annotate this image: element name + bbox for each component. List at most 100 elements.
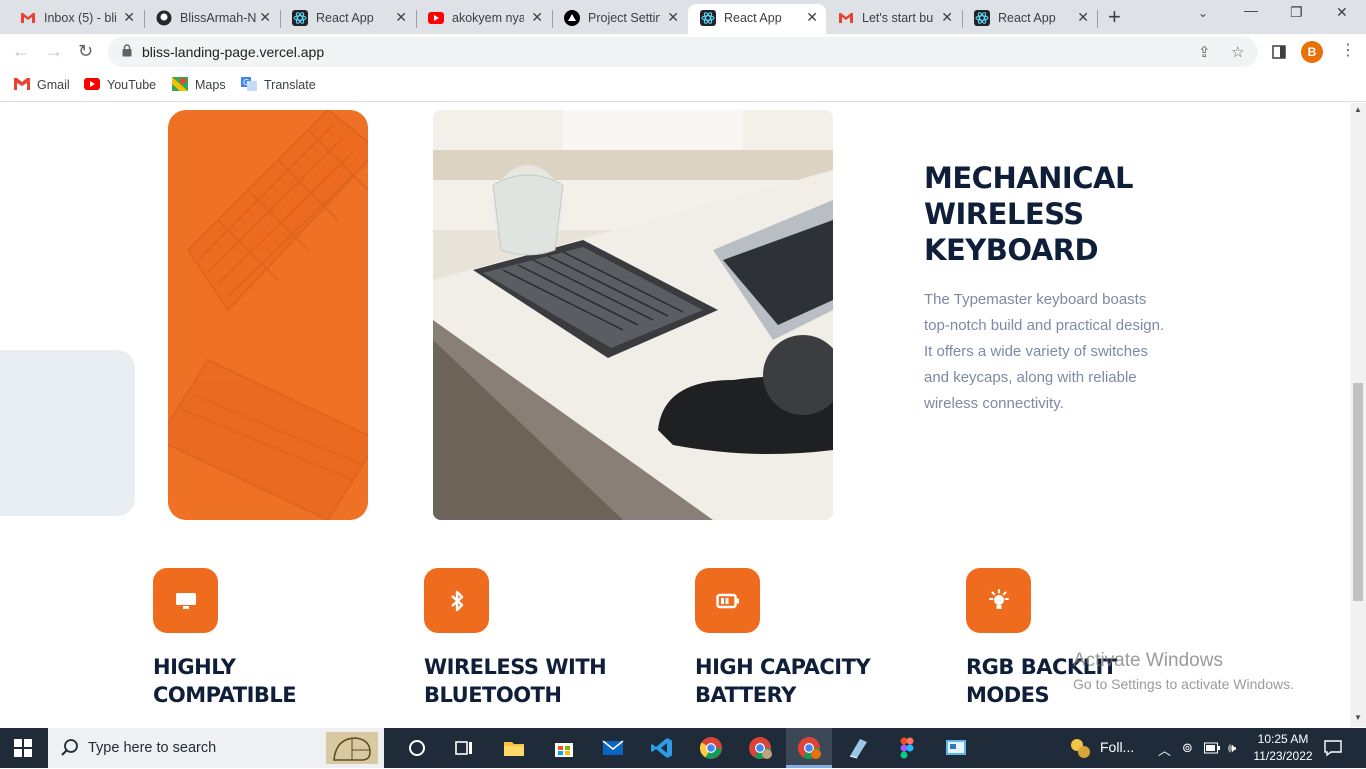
- file-explorer-icon[interactable]: [502, 736, 526, 760]
- remote-desktop-icon[interactable]: [944, 736, 968, 760]
- gmail-icon: [21, 13, 35, 23]
- scroll-down-icon[interactable]: ▼: [1354, 713, 1362, 722]
- github-icon: [156, 10, 172, 26]
- reload-button[interactable]: ↻: [78, 41, 93, 62]
- weather-widget-icon[interactable]: [1068, 736, 1092, 760]
- browser-tab[interactable]: React App ✕: [272, 4, 415, 34]
- chrome-active-icon[interactable]: [797, 736, 821, 760]
- minimize-button[interactable]: —: [1244, 2, 1258, 18]
- keyboard-illustration: [168, 110, 368, 520]
- react-icon: [700, 10, 716, 26]
- bookmark-gmail[interactable]: Gmail: [14, 77, 70, 92]
- react-icon: [292, 10, 308, 26]
- vercel-icon: [564, 10, 580, 26]
- notepad-icon[interactable]: [846, 736, 870, 760]
- desk-keyboard-photo: [433, 110, 833, 520]
- close-tab-icon[interactable]: ✕: [259, 9, 271, 26]
- tab-search-icon[interactable]: ⌄: [1198, 6, 1208, 20]
- address-bar[interactable]: bliss-landing-page.vercel.app ⇪ ☆: [108, 37, 1258, 67]
- feature-title: HIGHLY COMPATIBLE: [153, 655, 297, 707]
- cortana-icon[interactable]: [405, 736, 429, 760]
- search-highlight-image: [326, 732, 378, 764]
- url-text: bliss-landing-page.vercel.app: [142, 44, 325, 60]
- feature-highly-compatible: HIGHLY COMPATIBLE: [153, 568, 393, 709]
- react-icon: [974, 10, 990, 26]
- browser-tab-strip: Inbox (5) - bli ✕ BlissArmah-N ✕ React A…: [0, 0, 1366, 34]
- product-title: MECHANICAL WIRELESS KEYBOARD: [924, 161, 1133, 267]
- close-tab-icon[interactable]: ✕: [531, 9, 543, 26]
- product-description: The Typemaster keyboard boasts top-notch…: [924, 291, 1165, 412]
- bluetooth-icon: [424, 568, 489, 633]
- close-tab-icon[interactable]: ✕: [667, 9, 679, 26]
- browser-toolbar: ← → ↻ bliss-landing-page.vercel.app ⇪ ☆ …: [0, 34, 1366, 70]
- microsoft-store-icon[interactable]: [552, 736, 576, 760]
- browser-tab[interactable]: Let's start bui ✕: [818, 4, 961, 34]
- forward-button[interactable]: →: [45, 41, 63, 62]
- scroll-up-icon[interactable]: ▲: [1354, 105, 1362, 114]
- lock-icon: [122, 44, 132, 57]
- battery-icon: [695, 568, 760, 633]
- translate-icon: G: [241, 77, 257, 91]
- bookmark-translate[interactable]: G Translate: [241, 77, 316, 92]
- windows-start-icon[interactable]: [14, 739, 32, 757]
- svg-text:G: G: [243, 78, 249, 87]
- gmail-icon: [14, 78, 30, 90]
- taskbar-search[interactable]: Type here to search: [48, 728, 384, 768]
- widget-label[interactable]: Foll...: [1100, 739, 1134, 755]
- browser-tab[interactable]: Inbox (5) - bli ✕: [0, 4, 143, 34]
- product-photo: [433, 110, 833, 520]
- figma-icon[interactable]: [895, 736, 919, 760]
- close-tab-icon[interactable]: ✕: [395, 9, 407, 26]
- browser-tab[interactable]: React App ✕: [954, 4, 1097, 34]
- close-tab-icon[interactable]: ✕: [123, 9, 135, 26]
- windows-taskbar: Type here to search Foll... ︿ ⊚ 🕪 10:25 …: [0, 728, 1366, 768]
- keyboard-image-orange: [168, 110, 368, 520]
- profile-avatar[interactable]: B: [1301, 41, 1323, 63]
- close-tab-icon[interactable]: ✕: [1077, 9, 1089, 26]
- browser-tab[interactable]: BlissArmah-N ✕: [136, 4, 279, 34]
- side-panel-icon[interactable]: [1272, 45, 1286, 59]
- browser-tab[interactable]: akokyem nyar ✕: [408, 4, 551, 34]
- browser-tab[interactable]: Project Settin ✕: [544, 4, 687, 34]
- close-tab-icon[interactable]: ✕: [806, 9, 818, 26]
- close-window-button[interactable]: ✕: [1336, 4, 1348, 21]
- battery-tray-icon[interactable]: [1204, 742, 1220, 754]
- close-tab-icon[interactable]: ✕: [941, 9, 953, 26]
- decorative-gray-panel: [0, 350, 135, 516]
- volume-icon[interactable]: 🕪: [1228, 740, 1236, 756]
- feature-battery: HIGH CAPACITY BATTERY: [695, 568, 935, 709]
- maps-icon: [172, 77, 188, 91]
- chrome-profile-icon[interactable]: [748, 736, 772, 760]
- gmail-icon: [839, 13, 853, 23]
- vscode-icon[interactable]: [650, 736, 674, 760]
- show-hidden-icons[interactable]: ︿: [1158, 740, 1171, 759]
- new-tab-button[interactable]: +: [1108, 4, 1121, 30]
- feature-bluetooth: WIRELESS WITH BLUETOOTH: [424, 568, 664, 709]
- system-clock[interactable]: 10:25 AM 11/23/2022: [1248, 731, 1318, 765]
- share-icon[interactable]: ⇪: [1198, 43, 1211, 61]
- task-view-icon[interactable]: [452, 736, 476, 760]
- network-icon[interactable]: ⊚: [1182, 740, 1193, 756]
- scrollbar-thumb[interactable]: [1353, 383, 1363, 601]
- restore-button[interactable]: ❐: [1290, 4, 1303, 21]
- bookmarks-bar: Gmail YouTube Maps G Translate: [0, 70, 1366, 102]
- monitor-icon: [153, 568, 218, 633]
- youtube-icon: [428, 12, 444, 24]
- more-menu-icon[interactable]: ⋮: [1340, 40, 1356, 60]
- notifications-icon[interactable]: [1324, 739, 1342, 757]
- browser-tab-active[interactable]: React App ✕: [688, 4, 826, 34]
- bookmark-maps[interactable]: Maps: [172, 77, 226, 92]
- search-icon: [61, 739, 78, 756]
- page-content: MECHANICAL WIRELESS KEYBOARD The Typemas…: [0, 103, 1350, 727]
- back-button[interactable]: ←: [12, 41, 30, 62]
- chrome-icon[interactable]: [699, 736, 723, 760]
- activate-windows-watermark: Activate Windows Go to Settings to activ…: [1073, 650, 1294, 692]
- feature-title: HIGH CAPACITY BATTERY: [695, 655, 871, 707]
- bookmark-star-icon[interactable]: ☆: [1231, 43, 1244, 61]
- page-scrollbar[interactable]: ▲ ▼: [1350, 103, 1366, 727]
- mail-icon[interactable]: [601, 736, 625, 760]
- feature-title: WIRELESS WITH BLUETOOTH: [424, 655, 607, 707]
- lightbulb-icon: [966, 568, 1031, 633]
- youtube-icon: [84, 78, 100, 90]
- bookmark-youtube[interactable]: YouTube: [84, 77, 156, 92]
